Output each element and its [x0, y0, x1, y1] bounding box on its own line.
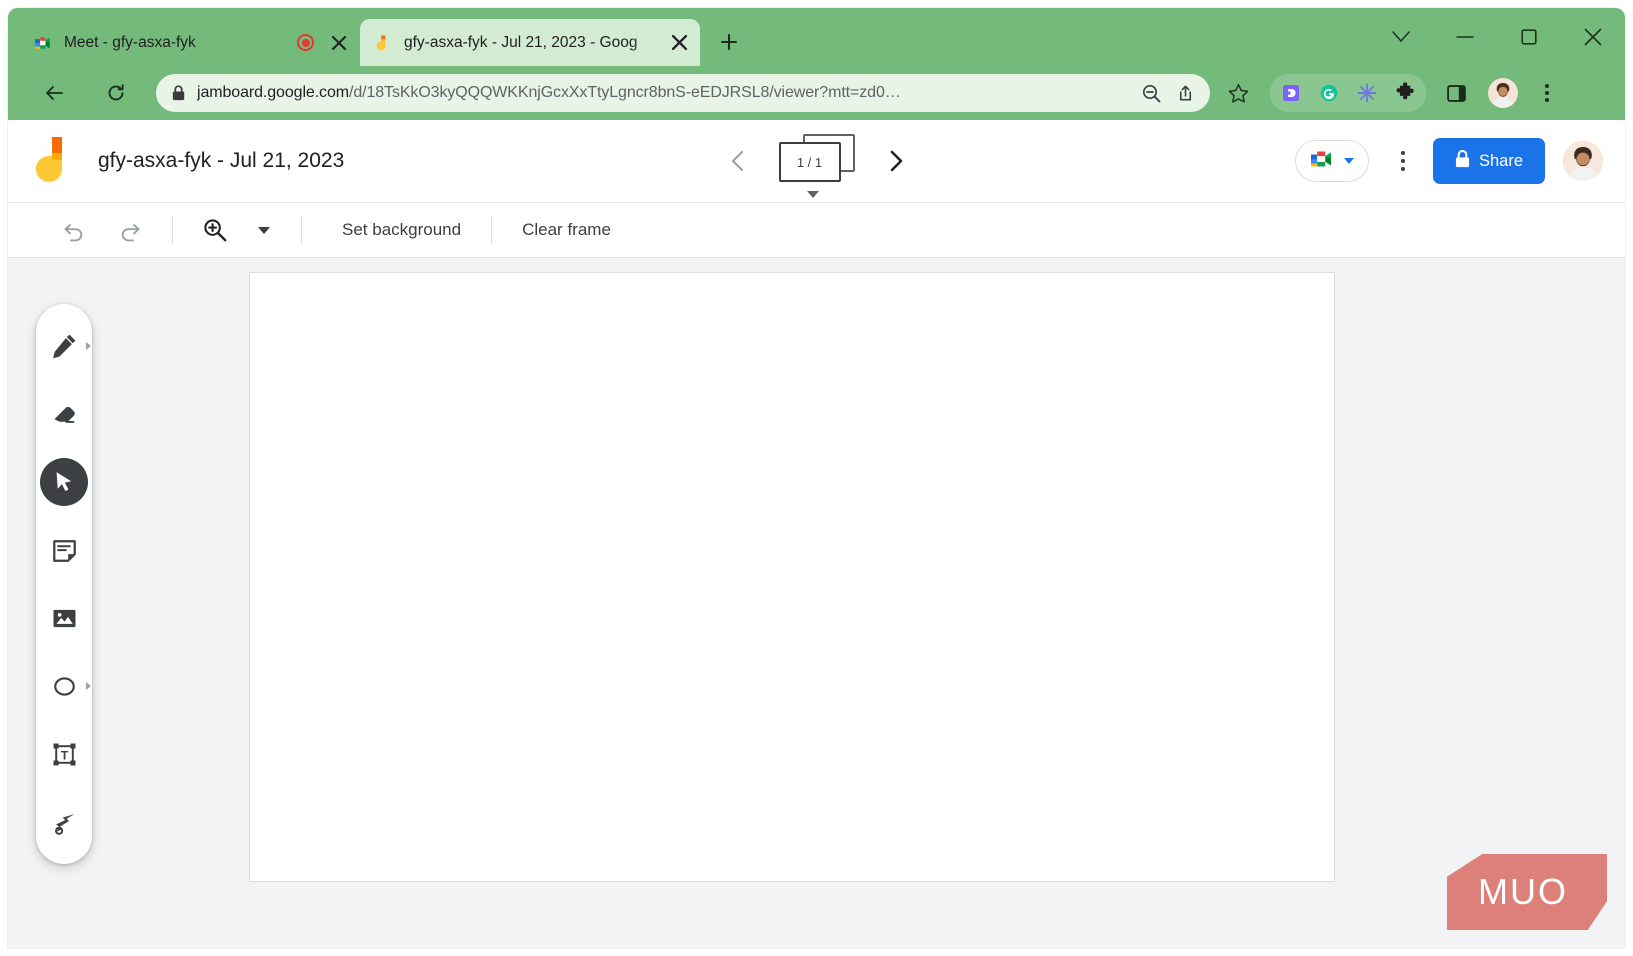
- extensions-group: [1270, 74, 1426, 112]
- shape-expand-caret-icon[interactable]: [86, 682, 91, 690]
- toolbar-divider: [301, 216, 302, 244]
- lock-icon: [172, 85, 185, 101]
- lock-icon: [1455, 150, 1470, 173]
- laser-tool[interactable]: [38, 794, 90, 850]
- google-account-avatar[interactable]: [1563, 141, 1603, 181]
- pen-tool[interactable]: [38, 318, 90, 374]
- bookmark-star-icon[interactable]: [1220, 75, 1256, 111]
- more-actions-icon[interactable]: [1383, 141, 1423, 181]
- clear-frame-button[interactable]: Clear frame: [502, 212, 631, 248]
- shape-tool[interactable]: [38, 658, 90, 714]
- browser-tab-jamboard[interactable]: gfy-asxa-fyk - Jul 21, 2023 - Goog: [360, 19, 700, 66]
- frame-expand-caret-icon[interactable]: [807, 191, 819, 198]
- address-bar[interactable]: jamboard.google.com/d/18TsKkO3kyQQQWKKnj…: [156, 74, 1210, 112]
- eraser-tool[interactable]: [38, 386, 90, 442]
- maximize-icon[interactable]: [1497, 17, 1561, 57]
- share-button[interactable]: Share: [1433, 138, 1545, 184]
- reload-button[interactable]: [98, 75, 134, 111]
- window-controls: [1369, 8, 1625, 66]
- jamboard-workspace: T MUO: [8, 258, 1625, 948]
- zoom-in-icon[interactable]: [193, 208, 237, 252]
- text-box-tool[interactable]: T: [38, 726, 90, 782]
- google-meet-icon: [1310, 148, 1336, 175]
- tab-strip: Meet - gfy-asxa-fyk gfy-asxa-fyk - Jul 2…: [8, 8, 1625, 66]
- pen-expand-caret-icon[interactable]: [86, 342, 91, 350]
- grammarly-icon[interactable]: [1312, 76, 1346, 110]
- previous-frame-icon[interactable]: [717, 140, 759, 182]
- side-panel-icon[interactable]: [1438, 75, 1474, 111]
- set-background-button[interactable]: Set background: [322, 212, 481, 248]
- jam-canvas[interactable]: [249, 272, 1335, 882]
- google-meet-icon: [34, 34, 52, 52]
- omnibox-row: jamboard.google.com/d/18TsKkO3kyQQQWKKnj…: [8, 66, 1625, 120]
- tab-recording-indicator-icon[interactable]: [297, 34, 314, 51]
- select-tool[interactable]: [38, 454, 90, 510]
- toolbar-divider: [172, 216, 173, 244]
- meet-present-button[interactable]: [1295, 140, 1369, 182]
- tab-title: gfy-asxa-fyk - Jul 21, 2023 - Goog: [404, 34, 668, 52]
- extension-icon-d[interactable]: [1274, 76, 1308, 110]
- image-tool[interactable]: [38, 590, 90, 646]
- jamboard-header: gfy-asxa-fyk - Jul 21, 2023 1 / 1: [8, 120, 1625, 202]
- chrome-menu-icon[interactable]: [1530, 76, 1564, 110]
- url-text: jamboard.google.com/d/18TsKkO3kyQQQWKKnj…: [197, 84, 1132, 102]
- drawing-tools-rail: T: [36, 304, 92, 864]
- zoom-out-icon[interactable]: [1136, 78, 1166, 108]
- muo-watermark-text: MUO: [1478, 871, 1568, 913]
- jamboard-page: gfy-asxa-fyk - Jul 21, 2023 1 / 1: [8, 120, 1625, 948]
- jamboard-toolbar: Set background Clear frame: [8, 202, 1625, 258]
- close-icon[interactable]: [1561, 17, 1625, 57]
- chevron-down-icon[interactable]: [1369, 17, 1433, 57]
- browser-tab-meet[interactable]: Meet - gfy-asxa-fyk: [20, 19, 360, 66]
- share-button-label: Share: [1479, 152, 1523, 171]
- tab-close-icon[interactable]: [668, 32, 690, 54]
- chevron-down-icon: [1344, 158, 1354, 164]
- jam-title[interactable]: gfy-asxa-fyk - Jul 21, 2023: [98, 149, 344, 173]
- frame-counter[interactable]: 1 / 1: [779, 134, 855, 188]
- browser-window: Meet - gfy-asxa-fyk gfy-asxa-fyk - Jul 2…: [8, 8, 1625, 948]
- chrome-profile-avatar[interactable]: [1488, 78, 1518, 108]
- svg-text:T: T: [60, 748, 68, 762]
- new-tab-button[interactable]: [714, 27, 744, 57]
- toolbar-divider: [491, 216, 492, 244]
- jam-header-actions: Share: [1295, 138, 1603, 184]
- sticky-note-tool[interactable]: [38, 522, 90, 578]
- extension-icon-asterisk[interactable]: [1350, 76, 1384, 110]
- tab-title: Meet - gfy-asxa-fyk: [64, 34, 297, 52]
- jamboard-logo: [34, 135, 76, 187]
- minimize-icon[interactable]: [1433, 17, 1497, 57]
- zoom-control: [193, 208, 281, 252]
- share-icon[interactable]: [1170, 78, 1200, 108]
- frame-navigator: 1 / 1: [717, 134, 917, 188]
- redo-button[interactable]: [108, 208, 152, 252]
- extensions-puzzle-icon[interactable]: [1388, 76, 1422, 110]
- frame-counter-label: 1 / 1: [779, 142, 841, 182]
- zoom-dropdown-caret-icon[interactable]: [247, 213, 281, 247]
- back-button[interactable]: [36, 75, 72, 111]
- muo-watermark: MUO: [1447, 854, 1607, 930]
- jamboard-icon: [374, 34, 392, 52]
- next-frame-icon[interactable]: [875, 140, 917, 182]
- tab-close-icon[interactable]: [328, 32, 350, 54]
- undo-button[interactable]: [52, 208, 96, 252]
